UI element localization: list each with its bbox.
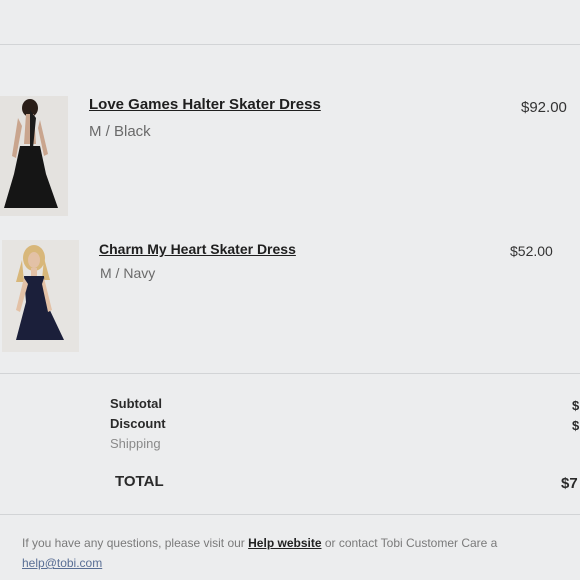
help-email-link[interactable]: help@tobi.com <box>22 556 102 570</box>
dress-front-icon <box>2 240 79 352</box>
subtotal-value: $ <box>572 398 580 413</box>
item-variant-1: M / Black <box>89 123 151 140</box>
footer-text-before: If you have any questions, please visit … <box>22 536 249 550</box>
help-footer: If you have any questions, please visit … <box>22 533 580 573</box>
discount-value: $ <box>572 418 580 433</box>
product-image-halter-dress[interactable] <box>0 96 68 216</box>
item-title-1[interactable]: Love Games Halter Skater Dress <box>89 96 321 113</box>
footer-text-middle: or contact Tobi Customer Care a <box>321 536 498 550</box>
item-price-2: $52.00 <box>510 243 553 259</box>
summary-divider <box>0 514 580 515</box>
item-variant-2: M / Navy <box>100 265 156 281</box>
total-value: $7 <box>561 475 578 492</box>
item-price-1: $92.00 <box>521 99 567 116</box>
discount-label: Discount <box>110 416 166 431</box>
top-divider <box>0 44 580 45</box>
item-title-2[interactable]: Charm My Heart Skater Dress <box>99 241 296 257</box>
total-label: TOTAL <box>115 473 164 490</box>
dress-back-icon <box>0 96 68 216</box>
items-divider <box>0 373 580 374</box>
product-image-skater-dress[interactable] <box>2 240 79 352</box>
subtotal-label: Subtotal <box>110 396 162 411</box>
shipping-label: Shipping <box>110 436 161 451</box>
help-website-link[interactable]: Help website <box>248 536 321 550</box>
